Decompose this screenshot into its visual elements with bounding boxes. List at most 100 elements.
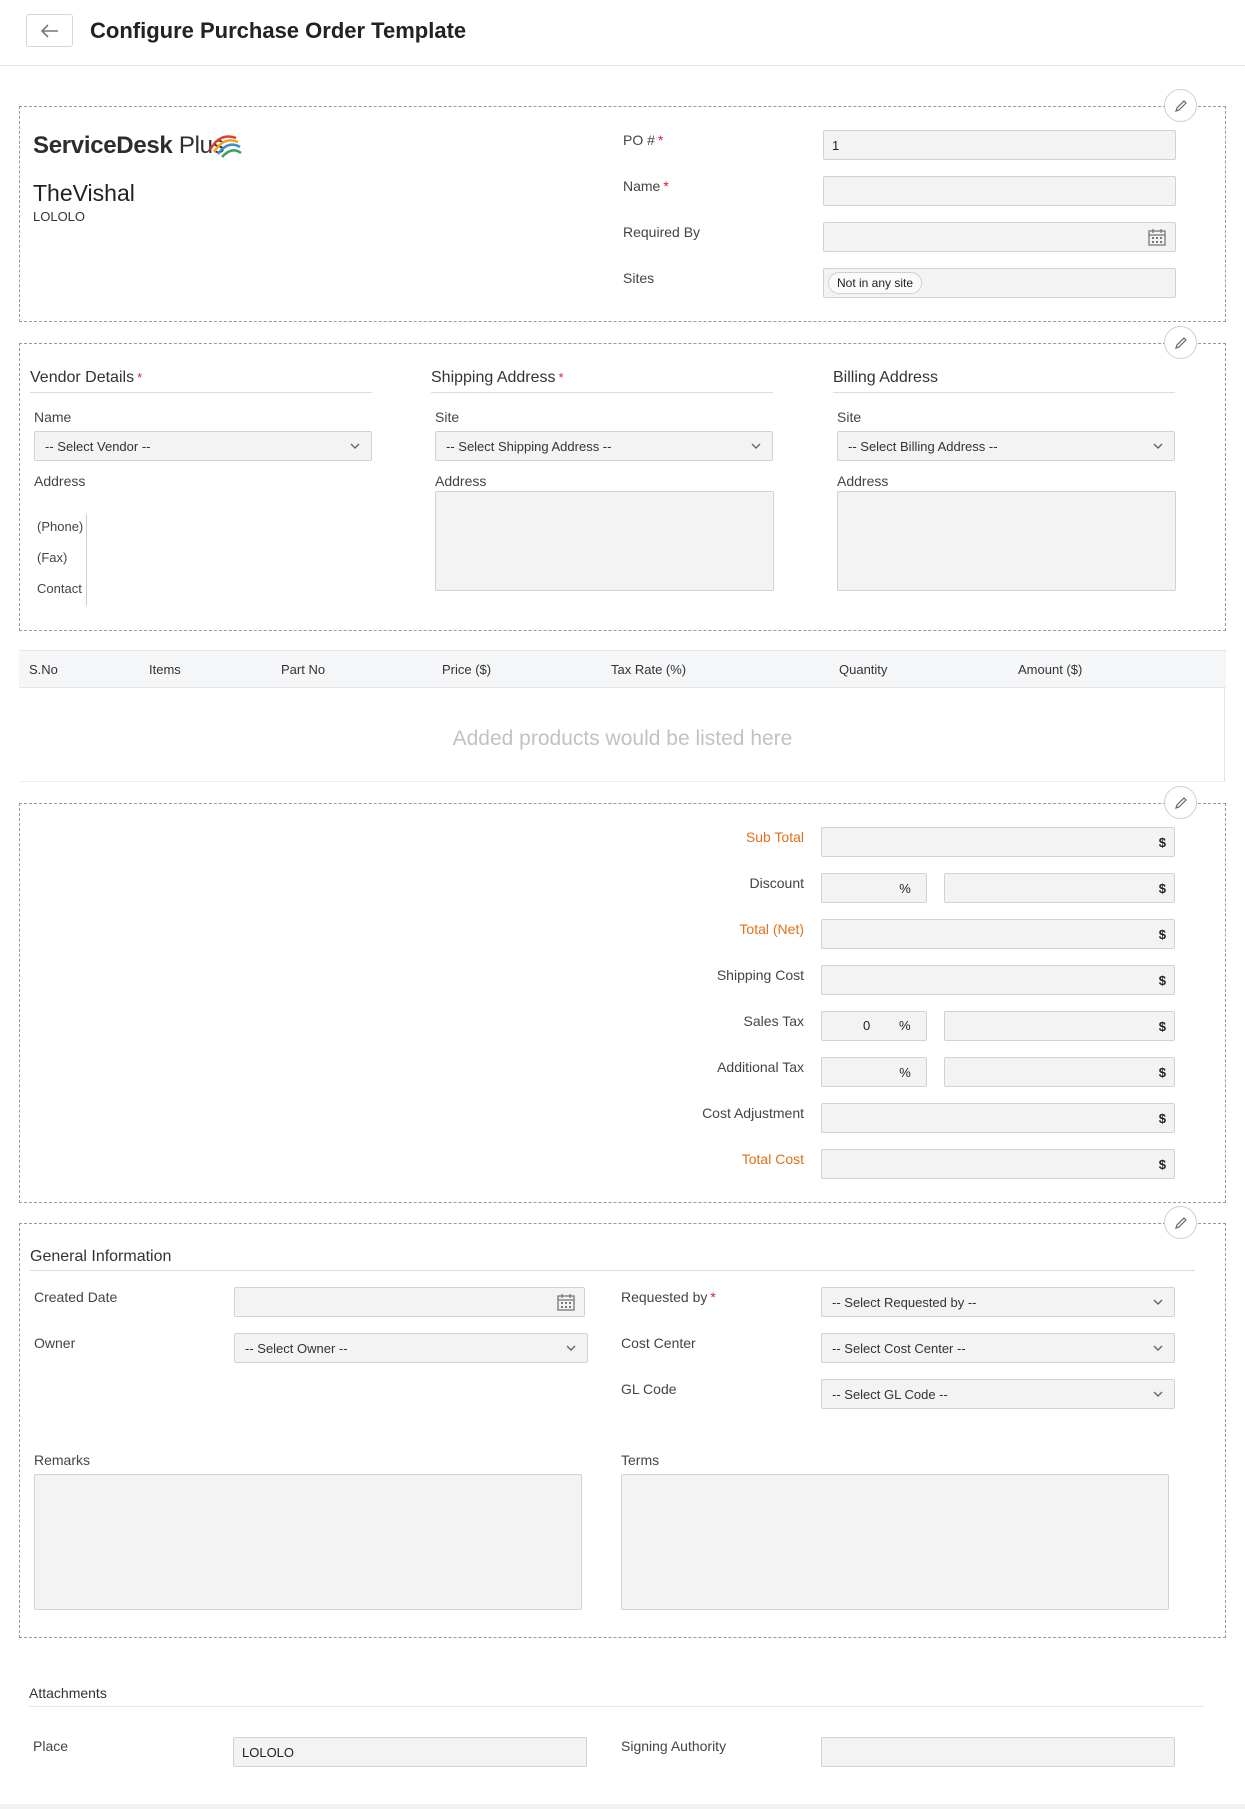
- vendor-address-divider: [86, 514, 87, 606]
- page-header: Configure Purchase Order Template: [0, 0, 1245, 66]
- discount-percent-field[interactable]: %: [821, 873, 927, 903]
- required-by-field[interactable]: [823, 222, 1176, 252]
- billing-address-select[interactable]: -- Select Billing Address --: [837, 431, 1175, 461]
- shipping-divider: [431, 392, 773, 393]
- created-date-field[interactable]: [234, 1287, 585, 1317]
- po-number-label: PO # *: [623, 132, 664, 148]
- column-items: Items: [149, 662, 181, 677]
- vendor-contact: Contact: [37, 581, 82, 596]
- edit-po-header-button[interactable]: [1164, 89, 1197, 122]
- po-number-field[interactable]: 1: [823, 130, 1176, 160]
- attachments-divider: [29, 1706, 1204, 1707]
- totals-section: [19, 803, 1226, 1203]
- chevron-down-icon: [1153, 1391, 1163, 1397]
- pencil-icon: [1174, 336, 1187, 349]
- shipping-cost-field[interactable]: $: [821, 965, 1175, 995]
- org-name: TheVishal: [33, 180, 135, 206]
- sales-tax-percent-field[interactable]: 0 %: [821, 1011, 927, 1041]
- attachments-heading: Attachments: [29, 1685, 107, 1701]
- cost-adjustment-label: Cost Adjustment: [702, 1105, 804, 1121]
- calendar-icon[interactable]: [1147, 227, 1167, 247]
- po-name-field[interactable]: [823, 176, 1176, 206]
- requested-by-label: Requested by *: [621, 1289, 716, 1305]
- billing-site-label: Site: [837, 409, 862, 425]
- edit-address-button[interactable]: [1164, 326, 1197, 359]
- total-net-label: Total (Net): [739, 921, 804, 937]
- chevron-down-icon: [1153, 1299, 1163, 1305]
- sales-tax-value: 0: [863, 1018, 871, 1033]
- billing-divider: [833, 392, 1175, 393]
- additional-tax-percent-field[interactable]: %: [821, 1057, 927, 1087]
- cost-center-label: Cost Center: [621, 1335, 696, 1351]
- billing-address-label: Address: [837, 473, 889, 489]
- back-button[interactable]: [26, 14, 73, 47]
- vendor-name-label: Name: [34, 409, 72, 425]
- shipping-address-heading: Shipping Address *: [431, 369, 564, 386]
- edit-totals-button[interactable]: [1164, 786, 1197, 819]
- sales-tax-amount-field[interactable]: $: [944, 1011, 1175, 1041]
- items-table-header: S.No Items Part No Price ($) Tax Rate (%…: [19, 650, 1226, 688]
- total-cost-field[interactable]: $: [821, 1149, 1175, 1179]
- column-sno: S.No: [29, 662, 58, 677]
- org-subtitle: LOLOLO: [33, 209, 86, 224]
- pencil-icon: [1174, 1216, 1187, 1229]
- additional-tax-amount-field[interactable]: $: [944, 1057, 1175, 1087]
- required-by-label: Required By: [623, 224, 701, 240]
- cost-adjustment-field[interactable]: $: [821, 1103, 1175, 1133]
- chevron-down-icon: [566, 1345, 576, 1351]
- signing-authority-label: Signing Authority: [621, 1738, 727, 1754]
- edit-general-info-button[interactable]: [1164, 1206, 1197, 1239]
- page-bottom-bar: [0, 1804, 1245, 1809]
- requested-by-select[interactable]: -- Select Requested by --: [821, 1287, 1175, 1317]
- column-tax-rate: Tax Rate (%): [611, 662, 687, 677]
- shipping-address-select[interactable]: -- Select Shipping Address --: [435, 431, 773, 461]
- name-label: Name *: [623, 178, 669, 194]
- discount-amount-field[interactable]: $: [944, 873, 1175, 903]
- sites-tag: Not in any site: [828, 272, 923, 294]
- total-net-field[interactable]: $: [821, 919, 1175, 949]
- arrow-left-icon: [40, 23, 58, 38]
- sales-tax-label: Sales Tax: [743, 1013, 804, 1029]
- place-field[interactable]: LOLOLO: [233, 1737, 587, 1767]
- sales-tax-percent-sign: %: [899, 1018, 911, 1033]
- owner-label: Owner: [34, 1335, 76, 1351]
- shipping-address-textarea[interactable]: [435, 491, 774, 591]
- chevron-down-icon: [350, 443, 360, 449]
- shipping-site-label: Site: [435, 409, 460, 425]
- place-label: Place: [33, 1738, 69, 1754]
- logo-swirl-icon: [208, 135, 242, 158]
- chevron-down-icon: [1153, 1345, 1163, 1351]
- terms-label: Terms: [621, 1452, 660, 1468]
- gl-code-label: GL Code: [621, 1381, 677, 1397]
- vendor-divider: [30, 392, 372, 393]
- sub-total-field[interactable]: $: [821, 827, 1175, 857]
- servicedesk-logo: ServiceDesk Plus: [33, 132, 225, 159]
- total-cost-label: Total Cost: [741, 1151, 804, 1167]
- pencil-icon: [1174, 99, 1187, 112]
- created-date-label: Created Date: [34, 1289, 118, 1305]
- column-part-no: Part No: [281, 662, 326, 677]
- cost-center-select[interactable]: -- Select Cost Center --: [821, 1333, 1175, 1363]
- discount-label: Discount: [749, 875, 804, 891]
- pencil-icon: [1174, 796, 1187, 809]
- billing-address-heading: Billing Address: [833, 369, 938, 386]
- general-information-heading: General Information: [30, 1248, 172, 1265]
- remarks-textarea[interactable]: [34, 1474, 582, 1610]
- vendor-phone: (Phone): [37, 519, 84, 534]
- vendor-address-label: Address: [34, 473, 86, 489]
- terms-textarea[interactable]: [621, 1474, 1169, 1610]
- column-price: Price ($): [442, 662, 492, 677]
- chevron-down-icon: [1153, 443, 1163, 449]
- column-quantity: Quantity: [839, 662, 888, 677]
- empty-items-message: Added products would be listed here: [452, 727, 793, 750]
- table-bottom-border: [19, 781, 1226, 782]
- sub-total-label: Sub Total: [745, 829, 804, 845]
- shipping-cost-label: Shipping Cost: [716, 967, 804, 983]
- calendar-icon[interactable]: [556, 1292, 576, 1312]
- signing-authority-field[interactable]: [821, 1737, 1175, 1767]
- vendor-select[interactable]: -- Select Vendor --: [34, 431, 372, 461]
- billing-address-textarea[interactable]: [837, 491, 1176, 591]
- chevron-down-icon: [751, 443, 761, 449]
- gl-code-select[interactable]: -- Select GL Code --: [821, 1379, 1175, 1409]
- owner-select[interactable]: -- Select Owner --: [234, 1333, 588, 1363]
